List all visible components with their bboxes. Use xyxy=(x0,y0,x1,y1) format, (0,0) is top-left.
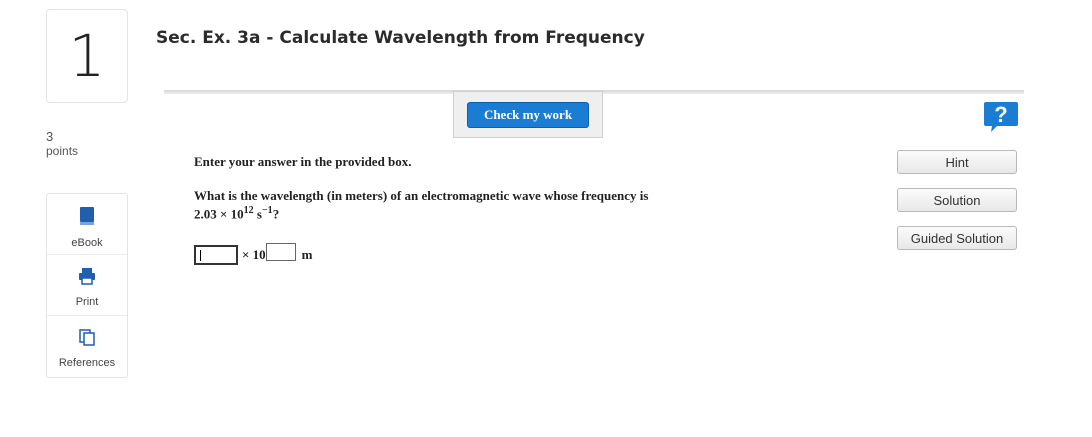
sidebar-item-label: Print xyxy=(75,296,99,308)
frequency-mantissa: 2.03 × 10 xyxy=(194,206,244,222)
mantissa-input[interactable] xyxy=(194,245,238,265)
points-info: 3 points xyxy=(46,129,79,159)
hint-button[interactable]: Hint xyxy=(897,150,1017,174)
book-icon xyxy=(79,206,95,231)
question-line-1: What is the wavelength (in meters) of an… xyxy=(194,188,649,203)
sidebar-item-references[interactable]: References xyxy=(47,316,127,377)
unit-label: m xyxy=(301,247,313,262)
text-caret xyxy=(200,250,201,261)
sidebar-item-label: eBook xyxy=(71,237,103,249)
help-icon[interactable]: ? xyxy=(983,100,1019,134)
question-text: What is the wavelength (in meters) of an… xyxy=(194,188,648,222)
printer-icon xyxy=(78,267,96,290)
frequency-unit: s xyxy=(253,206,262,222)
frequency-exponent: 12 xyxy=(243,205,254,216)
sidebar-item-ebook[interactable]: eBook xyxy=(47,194,127,255)
check-my-work-button[interactable]: Check my work xyxy=(467,102,589,128)
sidebar-item-label: References xyxy=(58,357,116,369)
sidebar-item-print[interactable]: Print xyxy=(47,255,127,316)
points-value: 3 xyxy=(46,129,54,144)
resource-sidebar: eBook Print References xyxy=(46,193,128,378)
question-title: Sec. Ex. 3a - Calculate Wavelength from … xyxy=(156,28,645,48)
answer-row: × 10 m xyxy=(194,243,313,267)
frequency-unit-exponent: −1 xyxy=(261,205,273,216)
question-number: 1 xyxy=(46,9,128,103)
svg-text:?: ? xyxy=(994,102,1007,127)
check-work-panel: Check my work xyxy=(453,91,603,138)
times-ten-label: × 10 xyxy=(242,247,266,262)
points-label: points xyxy=(46,144,79,158)
solution-button[interactable]: Solution xyxy=(897,188,1017,212)
question-mark: ? xyxy=(272,206,280,222)
references-icon xyxy=(78,328,96,351)
guided-solution-button[interactable]: Guided Solution xyxy=(897,226,1017,250)
instruction-text: Enter your answer in the provided box. xyxy=(194,154,412,169)
question-line-2: 2.03 × 1012 s−1? xyxy=(194,205,648,222)
exponent-input[interactable] xyxy=(265,243,296,261)
